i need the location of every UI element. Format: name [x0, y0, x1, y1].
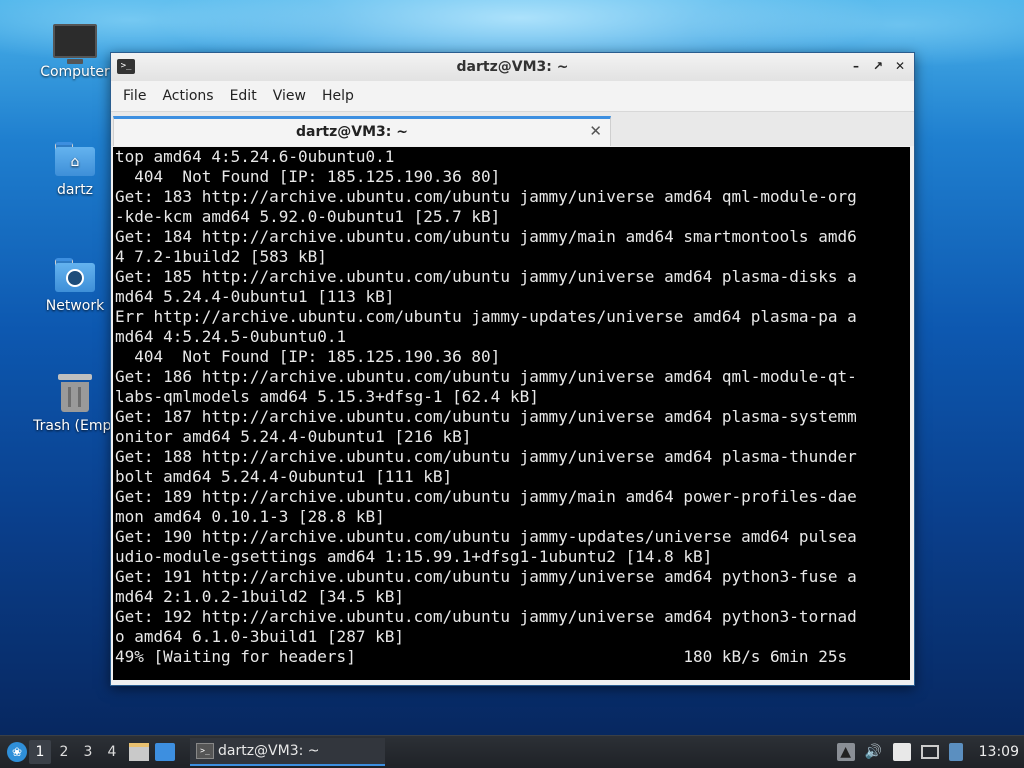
terminal-tab[interactable]: dartz@VM3: ~ ✕ [113, 116, 611, 146]
tab-label: dartz@VM3: ~ [296, 124, 408, 140]
terminal-line: udio-module-gsettings amd64 1:15.99.1+df… [115, 547, 713, 566]
start-menu-icon[interactable]: ❀ [7, 742, 27, 762]
terminal-line: Get: 183 http://archive.ubuntu.com/ubunt… [115, 187, 857, 206]
notification-icon[interactable] [948, 743, 963, 761]
terminal-line: md64 4:5.24.5-0ubuntu0.1 [115, 327, 347, 346]
volume-icon[interactable]: 🔊 [865, 743, 883, 761]
terminal-line: 404 Not Found [IP: 185.125.190.36 80] [115, 347, 501, 366]
terminal-task-icon: >_ [196, 743, 214, 759]
tab-close-icon[interactable]: ✕ [589, 122, 602, 140]
desktop-icon-label: Trash (Empt [33, 418, 117, 434]
desktop-icon-label: Computer [40, 64, 110, 80]
terminal-line: o amd64 6.1.0-3build1 [287 kB] [115, 627, 404, 646]
clock[interactable]: 13:09 [979, 744, 1019, 760]
menu-view[interactable]: View [265, 88, 314, 104]
tab-bar: dartz@VM3: ~ ✕ [111, 111, 914, 146]
file-manager-icon[interactable] [129, 743, 149, 761]
task-title: dartz@VM3: ~ [218, 743, 320, 759]
terminal-line: Get: 187 http://archive.ubuntu.com/ubunt… [115, 407, 857, 426]
terminal-lines: top amd64 4:5.24.6-0ubuntu0.1 404 Not Fo… [113, 147, 910, 667]
terminal-line: md64 2:1.0.2-1build2 [34.5 kB] [115, 587, 404, 606]
terminal-line: 49% [Waiting for headers] 180 kB/s 6min … [115, 647, 848, 666]
updates-icon[interactable]: ▲ [836, 743, 855, 761]
terminal-line: md64 5.24.4-0ubuntu1 [113 kB] [115, 287, 395, 306]
terminal-line: Get: 189 http://archive.ubuntu.com/ubunt… [115, 487, 857, 506]
menu-edit[interactable]: Edit [222, 88, 265, 104]
desktop-icon-trash[interactable]: Trash (Empt [29, 374, 121, 434]
terminal-line: onitor amd64 5.24.4-0ubuntu1 [216 kB] [115, 427, 472, 446]
computer-icon [53, 24, 97, 64]
taskbar-task-terminal[interactable]: >_ dartz@VM3: ~ [190, 738, 385, 766]
workspace-3[interactable]: 3 [77, 740, 99, 764]
window-titlebar[interactable]: >_ dartz@VM3: ~ – ↗ ✕ [111, 53, 914, 81]
terminal-line: Get: 186 http://archive.ubuntu.com/ubunt… [115, 367, 857, 386]
terminal-line: Get: 192 http://archive.ubuntu.com/ubunt… [115, 607, 857, 626]
terminal-line: -kde-kcm amd64 5.92.0-0ubuntu1 [25.7 kB] [115, 207, 501, 226]
terminal-window: >_ dartz@VM3: ~ – ↗ ✕ File Actions Edit … [110, 52, 915, 686]
terminal-line: Get: 185 http://archive.ubuntu.com/ubunt… [115, 267, 857, 286]
menu-actions[interactable]: Actions [154, 88, 221, 104]
home-folder-icon: ⌂ [55, 142, 95, 176]
terminal-line: 404 Not Found [IP: 185.125.190.36 80] [115, 167, 501, 186]
menu-file[interactable]: File [115, 88, 154, 104]
terminal-line: top amd64 4:5.24.6-0ubuntu0.1 [115, 147, 395, 166]
window-title: dartz@VM3: ~ [456, 59, 569, 75]
workspace-1[interactable]: 1 [29, 740, 51, 764]
terminal-line: Get: 191 http://archive.ubuntu.com/ubunt… [115, 567, 857, 586]
maximize-icon[interactable]: ↗ [870, 58, 886, 74]
workspace-4[interactable]: 4 [101, 740, 123, 764]
desktop-icon-network[interactable]: Network [29, 258, 121, 314]
trash-icon [58, 374, 92, 412]
network-folder-icon [55, 258, 95, 292]
menu-help[interactable]: Help [314, 88, 362, 104]
terminal-line: Get: 188 http://archive.ubuntu.com/ubunt… [115, 447, 857, 466]
show-desktop-icon[interactable] [155, 743, 175, 761]
close-icon[interactable]: ✕ [892, 58, 908, 74]
workspace-2[interactable]: 2 [53, 740, 75, 764]
menubar: File Actions Edit View Help [111, 81, 914, 111]
desktop-icon-label: Network [45, 298, 105, 314]
desktop-icon-computer[interactable]: Computer [29, 24, 121, 80]
terminal-line: Err http://archive.ubuntu.com/ubuntu jam… [115, 307, 857, 326]
clipboard-icon[interactable] [892, 743, 911, 761]
network-icon[interactable] [920, 745, 939, 759]
terminal-line: Get: 184 http://archive.ubuntu.com/ubunt… [115, 227, 857, 246]
system-tray: ▲ 🔊 13:09 [836, 736, 1024, 768]
taskbar: ❀ 1 2 3 4 >_ dartz@VM3: ~ ▲ 🔊 13:09 [0, 735, 1024, 768]
terminal-line: bolt amd64 5.24.4-0ubuntu1 [111 kB] [115, 467, 453, 486]
terminal-output[interactable]: top amd64 4:5.24.6-0ubuntu0.1 404 Not Fo… [113, 147, 910, 680]
desktop-icon-label: dartz [56, 182, 94, 198]
terminal-line: 4 7.2-1build2 [583 kB] [115, 247, 327, 266]
terminal-line: labs-qmlmodels amd64 5.15.3+dfsg-1 [62.4… [115, 387, 539, 406]
terminal-line: mon amd64 0.10.1-3 [28.8 kB] [115, 507, 385, 526]
desktop-icon-home[interactable]: ⌂ dartz [29, 142, 121, 198]
terminal-line: Get: 190 http://archive.ubuntu.com/ubunt… [115, 527, 857, 546]
minimize-icon[interactable]: – [848, 58, 864, 74]
